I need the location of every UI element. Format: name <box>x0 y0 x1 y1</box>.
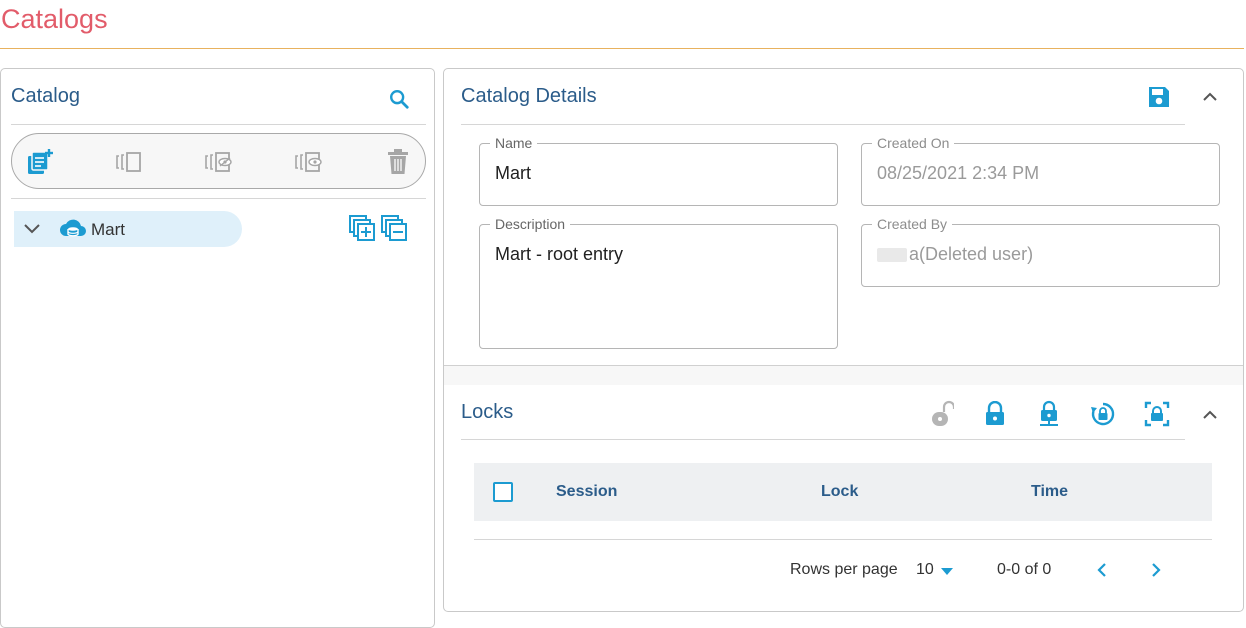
section-separator <box>444 365 1243 385</box>
chevron-up-icon[interactable] <box>1198 85 1222 109</box>
chevron-down-icon[interactable] <box>22 219 42 239</box>
column-header-session[interactable]: Session <box>556 483 617 501</box>
locks-chevron-up-icon[interactable] <box>1198 403 1222 427</box>
column-header-time[interactable]: Time <box>1031 483 1068 501</box>
title-divider <box>0 48 1244 49</box>
details-panel-title: Catalog Details <box>461 85 597 107</box>
created-by-text: a(Deleted user) <box>909 244 1034 264</box>
redacted-username <box>877 248 907 263</box>
created-on-value: 08/25/2021 2:34 PM <box>877 163 1040 183</box>
rows-per-page-select[interactable]: 10 <box>916 559 958 583</box>
details-header-divider <box>461 124 1185 125</box>
rows-per-page-label: Rows per page <box>790 561 898 578</box>
dropdown-arrow-icon <box>940 565 954 577</box>
name-field-value: Mart <box>495 163 531 183</box>
details-panel: Catalog Details Name Mart Created On 08/… <box>443 68 1244 612</box>
lock-reset-icon[interactable] <box>1089 399 1117 429</box>
tree-item-mart[interactable]: Mart <box>14 211 242 247</box>
rows-per-page-value: 10 <box>916 561 934 578</box>
lock-icon[interactable] <box>981 399 1009 429</box>
catalog-toolbar <box>11 133 426 189</box>
expand-all-icon[interactable] <box>347 213 377 243</box>
locks-title: Locks <box>461 401 514 423</box>
show-icon[interactable] <box>292 148 324 176</box>
created-on-label: Created On <box>872 135 955 151</box>
unlock-icon[interactable] <box>928 399 956 429</box>
catalog-panel-title: Catalog <box>11 85 80 107</box>
collapse-all-icon[interactable] <box>379 213 409 243</box>
pagination-range: 0-0 of 0 <box>997 561 1052 578</box>
column-header-lock[interactable]: Lock <box>821 483 858 501</box>
name-field-label: Name <box>490 135 538 151</box>
search-icon[interactable] <box>385 85 413 113</box>
description-field-label: Description <box>490 216 571 232</box>
locks-table-header: Session Lock Time <box>474 463 1212 521</box>
save-icon[interactable] <box>1145 83 1173 111</box>
next-page-icon[interactable] <box>1144 558 1168 582</box>
created-by-value: a(Deleted user) <box>877 244 1033 265</box>
locks-header-divider <box>461 439 1185 440</box>
table-footer-divider <box>474 539 1212 540</box>
add-catalog-icon[interactable] <box>24 146 56 178</box>
trash-icon[interactable] <box>384 146 412 178</box>
version-icon[interactable] <box>113 148 145 176</box>
name-field[interactable]: Name Mart <box>479 135 838 206</box>
catalog-panel: Catalog Mart <box>0 68 435 628</box>
created-by-label: Created By <box>872 216 953 232</box>
created-on-field: Created On 08/25/2021 2:34 PM <box>861 135 1220 206</box>
hide-icon[interactable] <box>202 148 234 176</box>
toolbar-divider <box>11 198 426 199</box>
network-lock-icon[interactable] <box>1035 399 1063 429</box>
cloud-database-icon <box>59 217 87 241</box>
created-by-field: Created By a(Deleted user) <box>861 216 1220 287</box>
previous-page-icon[interactable] <box>1090 558 1114 582</box>
catalog-header-divider <box>11 124 426 125</box>
lock-all-icon[interactable] <box>1143 399 1171 429</box>
description-field[interactable]: Description Mart - root entry <box>479 216 838 349</box>
tree-item-label: Mart <box>91 220 125 239</box>
page-title: Catalogs <box>1 4 108 34</box>
select-all-checkbox[interactable] <box>493 482 513 502</box>
description-field-value: Mart - root entry <box>495 244 624 264</box>
